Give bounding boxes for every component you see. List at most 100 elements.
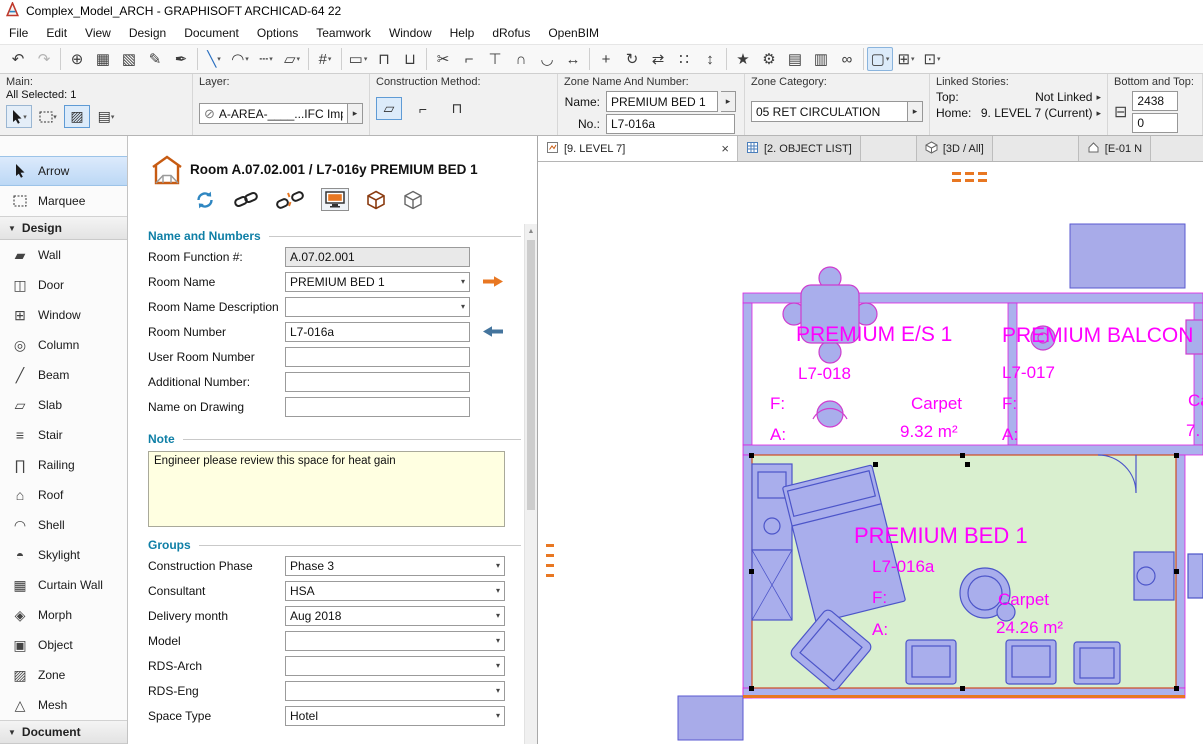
snap-grid-icon[interactable]: #▾ [312,47,338,71]
stretch-icon[interactable]: ↕ [697,47,723,71]
menu-window[interactable]: Window [380,22,441,44]
close-tab-icon[interactable]: × [721,141,729,156]
quick-layers-icon[interactable]: ▦ [90,47,116,71]
adjust-icon[interactable]: ⌐ [456,47,482,71]
menu-design[interactable]: Design [120,22,175,44]
user-room-number-input[interactable] [285,347,470,367]
marquee-capture-icon[interactable]: ▧ [116,47,142,71]
link-chain-icon[interactable] [233,190,259,210]
toolbox-section-document[interactable]: ▼Document [0,720,127,744]
menu-teamwork[interactable]: Teamwork [307,22,380,44]
room-function-input[interactable]: A.07.02.001 [285,247,470,267]
menu-edit[interactable]: Edit [37,22,76,44]
arc-default-icon[interactable]: ◠▾ [227,47,253,71]
construction-gable-button[interactable]: ⊓ [444,97,470,120]
rotate-icon[interactable]: ↻ [619,47,645,71]
tool-mesh[interactable]: △Mesh [0,690,127,720]
model-dropdown[interactable]: ▾ [285,631,505,651]
find-select-icon[interactable]: ⊕ [64,47,90,71]
tool-wall[interactable]: ▰Wall [0,240,127,270]
tab-3d-all[interactable]: [3D / All] [916,136,993,161]
tab-elevation[interactable]: [E-01 N [1078,136,1151,161]
zone-name-text[interactable]: PREMIUM BALCON [1002,324,1193,347]
marquee-state-button[interactable]: ▾ [35,105,61,128]
zone-name-text[interactable]: PREMIUM BED 1 [854,523,1028,548]
bottom-offset-input[interactable]: 0 [1132,113,1178,133]
multiply-icon[interactable]: ∷ [671,47,697,71]
screen-view-options-icon[interactable]: ▢▾ [867,47,893,71]
layer-flyout-button[interactable]: ▸ [348,103,363,124]
settings-icon[interactable]: ⚙ [756,47,782,71]
drofus-cube-icon[interactable] [366,190,386,210]
panel-scrollbar[interactable]: ▲ [524,224,537,744]
trim-icon[interactable]: ⊤ [482,47,508,71]
fillet-icon[interactable]: ◡ [534,47,560,71]
menu-view[interactable]: View [76,22,120,44]
menu-drofus[interactable]: dRofus [483,22,539,44]
tool-curtain-wall[interactable]: ▦Curtain Wall [0,570,127,600]
broken-link-icon[interactable] [276,190,304,210]
tab-object-list[interactable]: [2. OBJECT LIST] [738,136,861,161]
line-default-icon[interactable]: ╲▾ [201,47,227,71]
name-on-drawing-input[interactable] [285,397,470,417]
tool-marquee[interactable]: Marquee [0,186,127,216]
toolbox-section-design[interactable]: ▼Design [0,216,127,240]
resize-icon[interactable]: ↔ [560,47,586,71]
zone-name-combo[interactable]: PREMIUM BED 1 [606,91,718,112]
dining-set[interactable] [783,267,877,427]
pickup-parameters-icon[interactable]: ✎ [142,47,168,71]
tool-beam[interactable]: ╱Beam [0,360,127,390]
note-textarea[interactable]: Engineer please review this space for he… [148,451,505,527]
mirror-icon[interactable]: ⇄ [645,47,671,71]
tool-window[interactable]: ⊞Window [0,300,127,330]
top-offset-input[interactable]: 2438 [1132,91,1178,111]
tool-shell[interactable]: ◠Shell [0,510,127,540]
tool-door[interactable]: ◫Door [0,270,127,300]
rds-arch-dropdown[interactable]: ▾ [285,656,505,676]
menu-document[interactable]: Document [175,22,248,44]
floor-plan-svg[interactable]: PREMIUM E/S 1 L7-018 F: Carpet A: 9.32 m… [538,162,1203,744]
fill-style-icon[interactable]: ▱▾ [279,47,305,71]
layer-combo[interactable]: ⊘ A-AREA-____...IFC Import [199,103,348,124]
tool-object[interactable]: ▣Object [0,630,127,660]
construction-reference-button[interactable]: ⌐ [410,97,436,120]
zone-category-combo[interactable]: 05 RET CIRCULATION [751,101,908,122]
tool-stair[interactable]: ≡Stair [0,420,127,450]
zone-number-text[interactable]: L7-016a [872,557,935,576]
desk[interactable] [1134,552,1174,600]
intersect-icon[interactable]: ∩ [508,47,534,71]
construction-basic-button[interactable]: ▱ [376,97,402,120]
linked-home-flyout[interactable]: ▸ [1096,108,1101,119]
zone-category-flyout-button[interactable]: ▸ [908,101,923,122]
tab-floor-plan[interactable]: [9. LEVEL 7] × [538,136,738,161]
menu-openbim[interactable]: OpenBIM [539,22,608,44]
slab-bottom-left[interactable] [678,696,743,740]
split-icon[interactable]: ✂ [430,47,456,71]
sync-icon[interactable] [194,189,216,211]
zone-number-text[interactable]: L7-018 [798,364,851,383]
room-number-input[interactable]: L7-016a [285,322,470,342]
tool-roof[interactable]: ⌂Roof [0,480,127,510]
floor-plan-canvas[interactable]: PREMIUM E/S 1 L7-018 F: Carpet A: 9.32 m… [538,162,1203,744]
hyperlink-icon[interactable]: ∞ [834,47,860,71]
frame-select-icon[interactable]: ▭▾ [345,47,371,71]
lock-icon[interactable]: ⊓ [371,47,397,71]
rds-eng-dropdown[interactable]: ▾ [285,681,505,701]
zone-tool-state-button[interactable]: ▨ [64,105,90,128]
menu-options[interactable]: Options [248,22,307,44]
move-icon[interactable]: + [593,47,619,71]
room-name-description-dropdown[interactable]: ▾ [285,297,470,317]
consultant-dropdown[interactable]: HSA▾ [285,581,505,601]
slab-top-right[interactable] [1070,224,1185,288]
scroll-up-icon[interactable]: ▲ [525,224,537,238]
tool-slab[interactable]: ▱Slab [0,390,127,420]
space-type-dropdown[interactable]: Hotel▾ [285,706,505,726]
zone-number-input[interactable]: L7-016a [606,114,735,134]
windows-icon[interactable]: ⊞▾ [893,47,919,71]
undo-icon[interactable]: ↶ [5,47,31,71]
tab-overview-icon[interactable]: ⊡▾ [919,47,945,71]
tool-morph[interactable]: ◈Morph [0,600,127,630]
screen-sync-icon[interactable] [321,188,349,211]
model-cube-icon[interactable] [403,190,423,210]
dash-style-icon[interactable]: ┄▾ [253,47,279,71]
